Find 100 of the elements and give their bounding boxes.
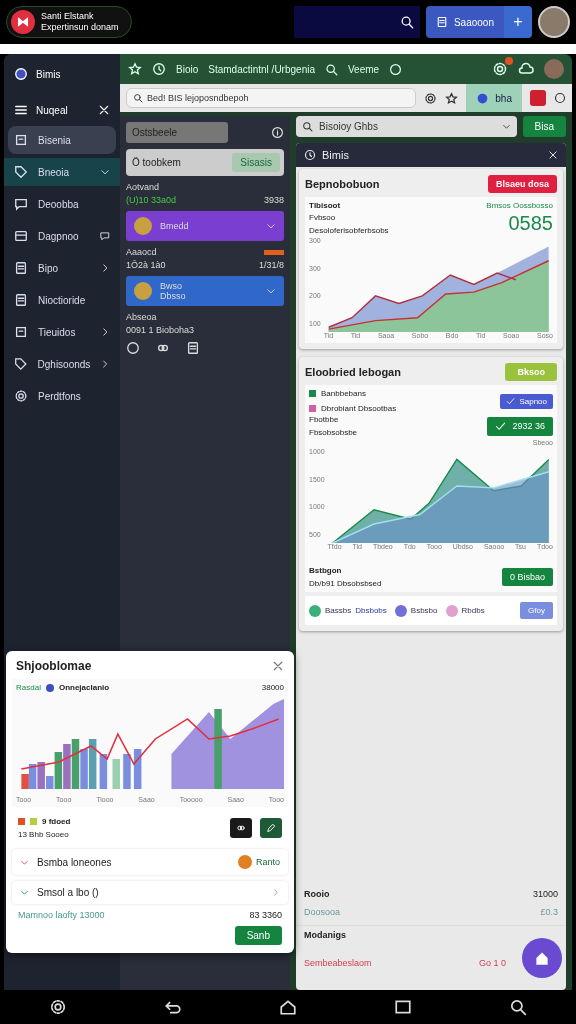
dropdown[interactable]: Bmedd: [126, 211, 284, 241]
bookmark-icon: [14, 261, 28, 275]
star-icon: [128, 62, 142, 76]
stat-amount: 3938: [263, 195, 284, 205]
filter-chip[interactable]: Bsbsbo: [394, 604, 438, 617]
modal-title: Shjooblomae: [16, 659, 92, 673]
summary-label: Sembeabeslaom: [304, 958, 372, 968]
sidebar-item[interactable]: Perdtfons: [4, 382, 120, 410]
tag-icon: [14, 357, 28, 371]
avatar[interactable]: [538, 6, 570, 38]
add-button[interactable]: +: [504, 6, 532, 38]
chart-caption: Fbsobsobsbe: [309, 428, 358, 437]
value-button[interactable]: 2932 36: [487, 416, 553, 436]
legend-label: Banbbebans: [321, 389, 366, 398]
notification-badge: [505, 57, 513, 65]
bar: [133, 749, 142, 789]
legend-swatch: [30, 818, 37, 825]
filter-label: Ö toobkem: [132, 157, 181, 168]
note-label: Abseoa: [126, 312, 158, 322]
bar: [123, 754, 131, 789]
sidebar-item[interactable]: Tieuidos: [4, 318, 120, 346]
sidebar-item[interactable]: Bipo: [4, 254, 120, 282]
apply-button[interactable]: Bisa: [522, 116, 566, 137]
sidebar-item[interactable]: Nioctioride: [4, 286, 120, 314]
chevron-down-icon: [266, 221, 276, 231]
calendar-icon: [14, 229, 28, 243]
action-button[interactable]: Saaooon: [425, 6, 504, 38]
gear-icon: [492, 61, 508, 77]
status-badge: Ranto: [237, 855, 280, 869]
cloud-icon: [518, 61, 534, 77]
avatar-icon: [134, 217, 152, 235]
nav-link[interactable]: Stamdactintnl /Urbgenia: [208, 63, 315, 75]
summary-value: £0.3: [540, 907, 558, 917]
address-field[interactable]: Bed! BIS lejoposndbepoh: [126, 88, 417, 108]
sidebar-item[interactable]: Bisenia: [8, 126, 116, 154]
search-icon: [133, 93, 143, 103]
nav-link[interactable]: Veeme: [348, 63, 380, 75]
list-row[interactable]: Smsol a lbo (): [12, 881, 288, 904]
circle-icon: [554, 92, 566, 104]
gear-icon: [14, 389, 28, 403]
circle-icon: [476, 91, 490, 105]
search-select[interactable]: Bisoioy Ghbs: [296, 116, 517, 137]
tag-icon: [14, 165, 28, 179]
stat-label: Aaaocd: [126, 247, 157, 257]
search-icon: [302, 121, 313, 132]
confirm-button[interactable]: Sapnoo: [500, 393, 553, 409]
legend-label: Onnejaclanio: [58, 683, 110, 692]
pencil-icon: [266, 822, 276, 834]
dropdown[interactable]: Bwso Dbsso: [126, 276, 284, 306]
recents-icon: [394, 998, 413, 1016]
sidebar-item[interactable]: Bneoia: [4, 158, 120, 186]
briefcase-icon: [14, 133, 28, 147]
bar: [99, 754, 108, 789]
chart-caption: Desoloferisobferbsobs: [309, 225, 389, 235]
chevron-down-icon: [100, 167, 110, 177]
settings-icon: [48, 998, 67, 1016]
legend-label: Dbrobiant Dbsootbas: [321, 404, 397, 413]
legend-label: 9 fdoed: [42, 817, 71, 826]
document-icon: [186, 341, 200, 355]
edit-button[interactable]: [260, 818, 282, 838]
close-icon: [98, 104, 110, 116]
alert-button[interactable]: Blsaeu dosa: [487, 175, 557, 193]
search-icon: [399, 15, 414, 29]
edit-button[interactable]: [230, 818, 252, 838]
nav-link[interactable]: Bioio: [176, 63, 199, 75]
summary-value: Go 1 0: [478, 958, 506, 968]
chevron-right-icon: [100, 327, 110, 337]
sidebar-item[interactable]: Dghisoonds: [4, 350, 120, 378]
sidebar-item[interactable]: Deoobba: [4, 190, 120, 218]
text-field[interactable]: Ostsbeele: [126, 122, 228, 143]
summary-heading: Modanigs: [304, 930, 346, 940]
bar: [71, 739, 80, 789]
chart-subtitle: Fvbsoo: [309, 212, 337, 222]
app-badge[interactable]: Santi Elstank Expertinsun donam: [6, 6, 132, 38]
legend-swatch: [18, 818, 25, 825]
chat-icon: [14, 197, 28, 211]
footer-text: Db/b91 Dbsobsbsed: [309, 579, 382, 588]
stat-amount: 1/31/8: [258, 260, 284, 270]
document-icon: [14, 293, 28, 307]
summary-label: Rooio: [304, 889, 330, 899]
section-title: Nuqeal: [36, 104, 69, 116]
stat-value: (U)10 33a0d: [126, 195, 177, 205]
document-icon: [435, 16, 448, 28]
note-text: 0091 1 Bioboha3: [126, 325, 196, 335]
account-chip[interactable]: bha: [466, 84, 522, 112]
chevron-down-icon: [266, 286, 276, 296]
chart-title: Tlbisoot: [309, 201, 341, 210]
chart-subtitle: Fbotbbe: [309, 415, 340, 424]
save-button[interactable]: Sanb: [234, 926, 282, 945]
legend-label: Rasdal: [16, 683, 41, 692]
filter-card[interactable]: Ö toobkem Sisasis: [126, 149, 284, 176]
chevron-right-icon: [100, 263, 110, 273]
bowtie-icon: [16, 15, 30, 29]
action-button[interactable]: 0 Bisbao: [501, 568, 553, 586]
axis-label: 38000: [261, 683, 284, 692]
list-row[interactable]: Bsmba loneones Ranto: [12, 849, 288, 875]
filter-chip[interactable]: Rbdbs: [445, 604, 485, 617]
card-title: Bepnobobuon: [305, 178, 380, 190]
sidebar-item[interactable]: Dagpnoo: [4, 222, 120, 250]
filter-chip[interactable]: Bassbs Dbsbobs: [309, 604, 387, 617]
